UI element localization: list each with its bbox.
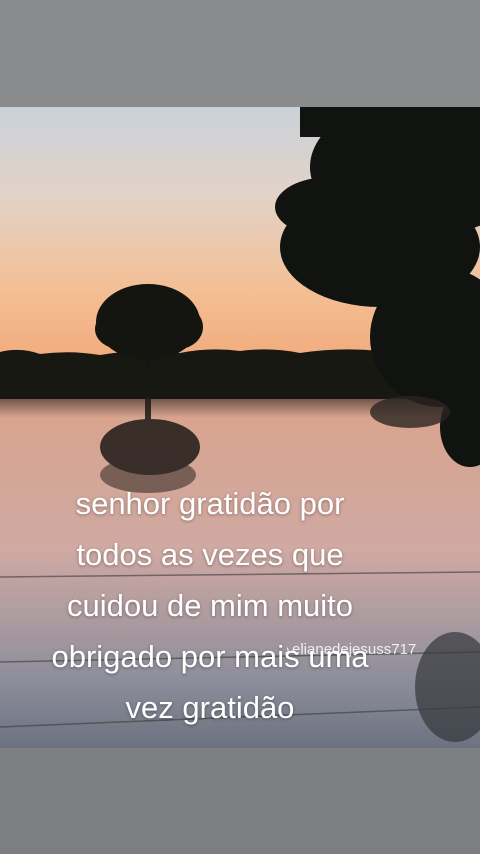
caption-line-2: todos as vezes que [76,537,344,572]
bottom-frame-bar [0,748,480,854]
watermark-handle: elianedejesuss717 [292,641,417,658]
music-note-icon: ♪ [284,643,290,657]
caption-text: senhor gratidão por todos as vezes que c… [0,478,420,733]
caption-line-5: vez gratidão [125,690,295,725]
top-frame-bar [0,0,480,107]
watermark: ♪ elianedejesuss717 [284,641,416,658]
caption-line-1: senhor gratidão por [75,486,345,521]
caption-line-3: cuidou de mim muito [66,588,353,623]
